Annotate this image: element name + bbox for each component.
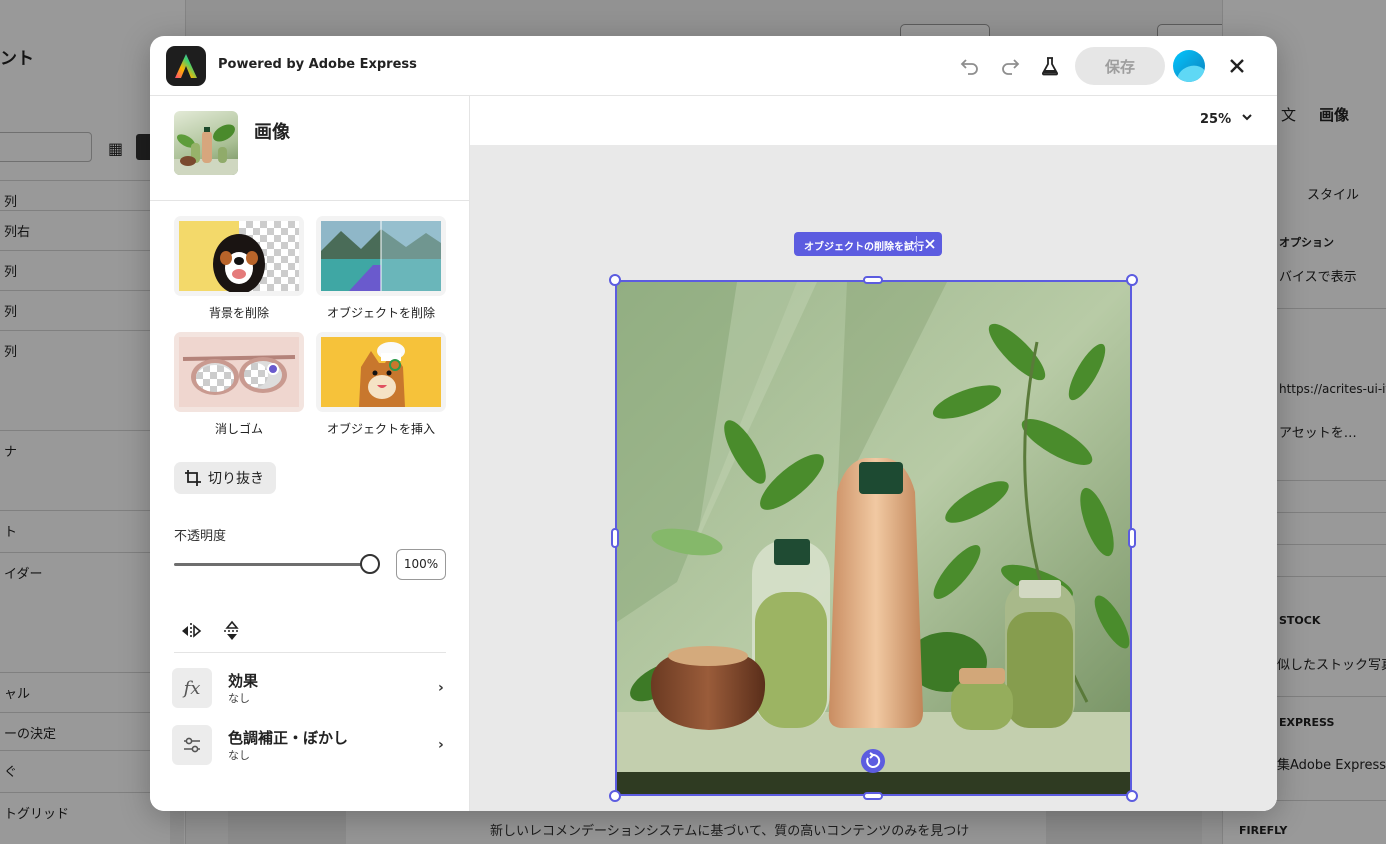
crop-button[interactable]: 切り抜き (174, 462, 276, 494)
resize-handle-left[interactable] (611, 528, 619, 548)
opacity-slider[interactable] (174, 554, 380, 574)
flip-vertical-icon[interactable] (221, 620, 243, 642)
resize-handle-top[interactable] (863, 276, 883, 284)
product-photo (617, 282, 1130, 794)
effects-value: なし (228, 692, 250, 705)
try-remove-object-chip[interactable]: オブジェクトの削除を試行 (794, 232, 942, 256)
opacity-value-field[interactable]: 100% (396, 549, 446, 580)
opacity-label: 不透明度 (174, 529, 227, 544)
brand-title: Powered by Adobe Express (218, 57, 417, 72)
eraser-tool[interactable]: 消しゴム (174, 332, 304, 437)
image-thumbnail (174, 111, 238, 175)
fx-icon: fx (172, 668, 212, 708)
resize-handle-right[interactable] (1128, 528, 1136, 548)
remove-background-tool[interactable]: 背景を削除 (174, 216, 304, 321)
close-icon[interactable] (922, 236, 938, 252)
crop-icon (185, 470, 201, 486)
adjustments-title: 色調補正・ぼかし (228, 729, 349, 747)
save-button[interactable]: 保存 (1075, 47, 1165, 85)
chevron-right-icon: › (438, 737, 444, 753)
image-properties-panel: 画像 背景を削除 オブジェクトを削除 消しゴム オブジェクトを挿入 切り抜き 不… (150, 96, 470, 811)
selected-image[interactable] (615, 280, 1132, 796)
remove-object-preview (316, 216, 446, 296)
resize-handle-bottom-right[interactable] (1126, 790, 1138, 802)
zoom-level[interactable]: 25% (1200, 112, 1231, 127)
effects-row[interactable]: fx 効果 なし › (172, 668, 452, 708)
panel-title: 画像 (254, 122, 290, 143)
undo-icon[interactable] (958, 54, 982, 78)
rotate-icon[interactable] (861, 749, 885, 773)
adobe-express-modal: Powered by Adobe Express 保存 画像 背景を削除 オブジ… (150, 36, 1277, 811)
insert-object-label: オブジェクトを挿入 (326, 422, 435, 436)
insert-object-tool[interactable]: オブジェクトを挿入 (316, 332, 446, 437)
insert-object-preview (316, 332, 446, 412)
flip-horizontal-icon[interactable] (180, 620, 202, 642)
beaker-icon[interactable] (1038, 54, 1062, 78)
opacity-slider-track[interactable] (174, 563, 370, 566)
remove-background-preview (174, 216, 304, 296)
resize-handle-top-left[interactable] (609, 274, 621, 286)
chevron-down-icon[interactable] (1240, 110, 1254, 128)
close-icon[interactable] (1225, 54, 1249, 78)
avatar[interactable] (1173, 50, 1205, 82)
resize-handle-top-right[interactable] (1126, 274, 1138, 286)
chevron-right-icon: › (438, 680, 444, 696)
crop-button-label: 切り抜き (208, 470, 264, 486)
eraser-label: 消しゴム (214, 422, 263, 436)
adjustments-row[interactable]: 色調補正・ぼかし なし › (172, 725, 452, 765)
remove-object-label: オブジェクトを削除 (326, 306, 435, 320)
sliders-icon (172, 725, 212, 765)
resize-handle-bottom[interactable] (863, 792, 883, 800)
resize-handle-bottom-left[interactable] (609, 790, 621, 802)
remove-object-tool[interactable]: オブジェクトを削除 (316, 216, 446, 321)
adjustments-value: なし (228, 749, 250, 762)
opacity-slider-handle[interactable] (360, 554, 380, 574)
adobe-express-logo (166, 46, 206, 86)
editor-canvas: 25% オブジェクトの削除を試行 (470, 96, 1277, 811)
redo-icon[interactable] (998, 54, 1022, 78)
effects-title: 効果 (228, 672, 259, 690)
eraser-preview (174, 332, 304, 412)
modal-header: Powered by Adobe Express 保存 (150, 36, 1277, 96)
try-remove-object-label: オブジェクトの削除を試行 (804, 242, 924, 253)
remove-background-label: 背景を削除 (208, 306, 269, 320)
